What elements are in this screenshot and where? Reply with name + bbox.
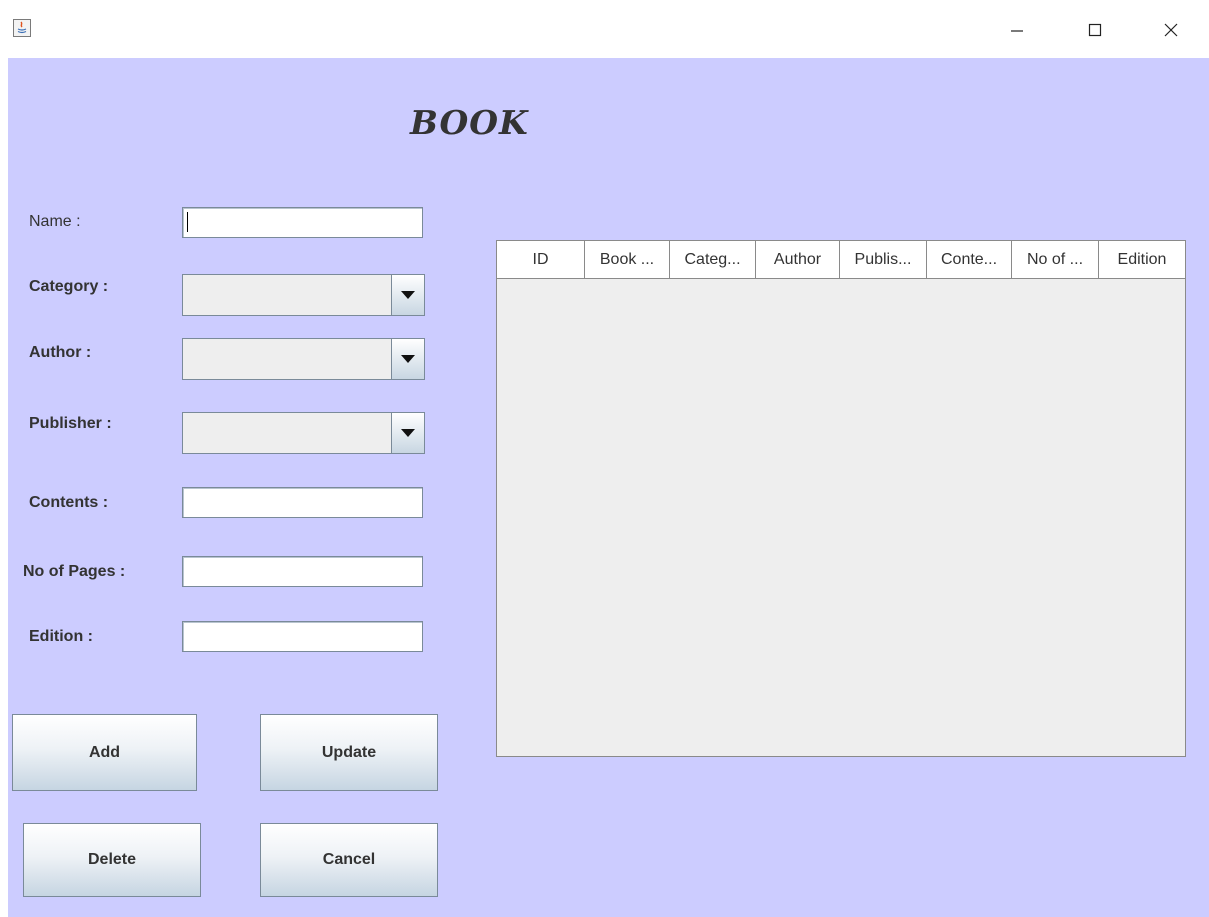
chevron-down-icon (401, 355, 415, 363)
name-input[interactable] (182, 207, 423, 238)
contents-label: Contents : (29, 494, 109, 511)
title-bar (0, 0, 1209, 58)
book-panel: BOOK Name : Category : Author : Publishe… (8, 58, 1209, 917)
table-body[interactable] (497, 279, 1185, 756)
column-header-publisher[interactable]: Publis... (840, 241, 927, 278)
column-header-category[interactable]: Categ... (670, 241, 756, 278)
publisher-dropdown-button[interactable] (391, 413, 424, 453)
category-combobox[interactable] (182, 274, 425, 316)
cancel-button[interactable]: Cancel (260, 823, 438, 897)
column-header-pages[interactable]: No of ... (1012, 241, 1099, 278)
java-app-icon[interactable] (13, 19, 31, 37)
page-title: BOOK (410, 103, 529, 142)
edition-input[interactable] (182, 621, 423, 652)
category-dropdown-button[interactable] (391, 275, 424, 315)
column-header-book-name[interactable]: Book ... (585, 241, 670, 278)
table-header: ID Book ... Categ... Author Publis... Co… (497, 241, 1185, 279)
minimize-button[interactable] (994, 14, 1040, 46)
author-label: Author : (29, 344, 92, 361)
column-header-author[interactable]: Author (756, 241, 840, 278)
update-button[interactable]: Update (260, 714, 438, 791)
publisher-label: Publisher : (29, 415, 112, 432)
column-header-id[interactable]: ID (497, 241, 585, 278)
delete-button[interactable]: Delete (23, 823, 201, 897)
chevron-down-icon (401, 291, 415, 299)
pages-input[interactable] (182, 556, 423, 587)
text-caret (187, 212, 188, 232)
column-header-edition[interactable]: Edition (1099, 241, 1185, 278)
chevron-down-icon (401, 429, 415, 437)
close-button[interactable] (1148, 14, 1194, 46)
minimize-icon (1011, 30, 1023, 32)
column-header-contents[interactable]: Conte... (927, 241, 1012, 278)
publisher-combobox[interactable] (182, 412, 425, 454)
author-dropdown-button[interactable] (391, 339, 424, 379)
add-button[interactable]: Add (12, 714, 197, 791)
books-table[interactable]: ID Book ... Categ... Author Publis... Co… (496, 240, 1186, 757)
edition-label: Edition : (29, 628, 93, 645)
maximize-icon (1088, 23, 1102, 37)
maximize-button[interactable] (1072, 14, 1118, 46)
contents-input[interactable] (182, 487, 423, 518)
name-label: Name : (29, 213, 81, 230)
close-icon (1164, 23, 1178, 37)
pages-label: No of Pages : (23, 563, 126, 580)
category-label: Category : (29, 278, 109, 295)
author-combobox[interactable] (182, 338, 425, 380)
